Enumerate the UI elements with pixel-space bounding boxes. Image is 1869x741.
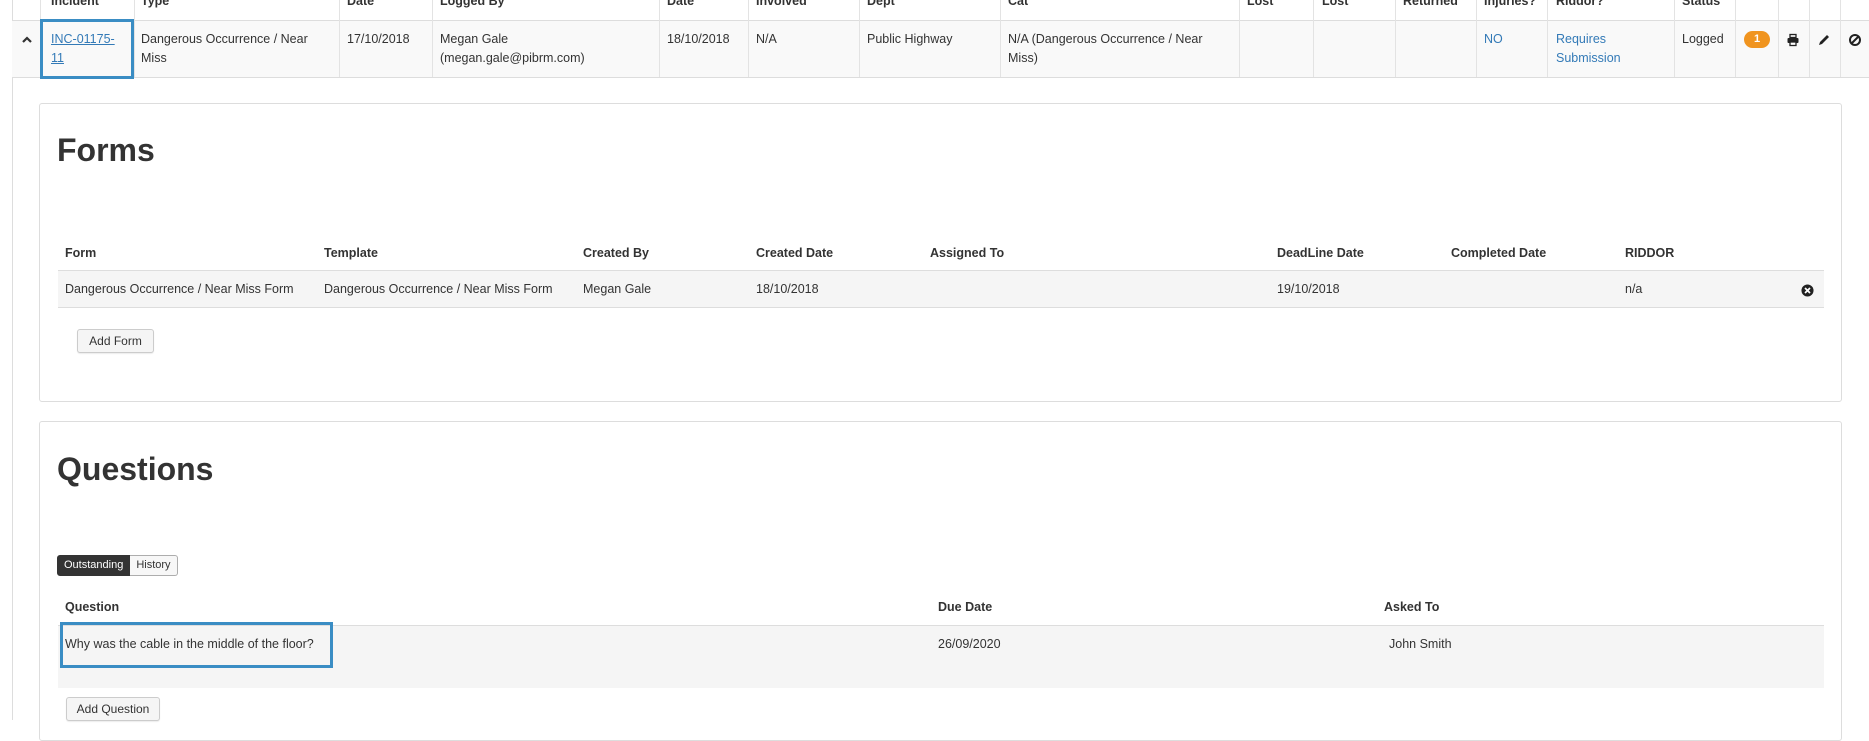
incident-date-2: 18/10/2018	[667, 32, 730, 46]
col-header-status: Status	[1682, 0, 1721, 8]
column-divider	[1547, 0, 1548, 77]
ban-icon[interactable]	[1848, 33, 1862, 47]
forms-col-completed-date: Completed Date	[1451, 246, 1547, 260]
logged-by-name: Megan Gale	[440, 32, 509, 46]
form-riddor: n/a	[1625, 282, 1643, 296]
column-divider	[1778, 0, 1779, 77]
tab-outstanding[interactable]: Outstanding	[57, 555, 131, 576]
logged-by: Megan Gale (megan.gale@pibrm.com)	[440, 30, 585, 68]
column-divider	[1000, 0, 1001, 77]
form-name-link[interactable]: Dangerous Occurrence / Near Miss Form	[65, 282, 294, 296]
incident-type-line1: Dangerous Occurrence / Near	[141, 32, 308, 46]
logged-by-email: (megan.gale@pibrm.com)	[440, 51, 585, 65]
incident-ref-line1[interactable]: INC-01175-	[51, 32, 115, 46]
column-divider	[1735, 0, 1736, 77]
column-divider	[1239, 0, 1240, 77]
column-divider	[1809, 0, 1810, 77]
questions-col-question: Question	[65, 600, 120, 614]
column-divider	[1395, 0, 1396, 77]
forms-col-assigned-to: Assigned To	[930, 246, 1005, 260]
column-divider	[859, 0, 860, 77]
col-header-lost-2: Lost	[1322, 0, 1349, 8]
col-header-lost: Lost	[1247, 0, 1274, 8]
forms-col-created-by: Created By	[583, 246, 649, 260]
questions-col-asked-to: Asked To	[1384, 600, 1440, 614]
questions-col-due-date: Due Date	[938, 600, 993, 614]
col-header-injuries: Injuries?	[1484, 0, 1537, 8]
status-value: Logged	[1682, 32, 1724, 46]
add-question-button[interactable]: Add Question	[66, 697, 160, 721]
cat-line1: N/A (Dangerous Occurrence / Near	[1008, 32, 1203, 46]
pencil-icon[interactable]	[1817, 33, 1831, 47]
column-divider	[659, 0, 660, 77]
forms-col-riddor: RIDDOR	[1625, 246, 1675, 260]
col-header-logged-by: Logged By	[440, 0, 505, 8]
incident-ref-link[interactable]: INC-01175- 11	[51, 30, 115, 68]
column-divider	[748, 0, 749, 77]
incident-ref-line2[interactable]: 11	[51, 51, 64, 65]
question-link[interactable]: Why was the cable in the middle of the f…	[65, 637, 314, 651]
questions-title: Questions	[57, 451, 214, 487]
column-divider	[1313, 0, 1314, 77]
cat-value: N/A (Dangerous Occurrence / Near Miss)	[1008, 30, 1203, 68]
col-header-date-2: Date	[667, 0, 695, 8]
riddor-line2[interactable]: Submission	[1556, 51, 1621, 65]
col-header-type: Type	[141, 0, 170, 8]
dept-value: Public Highway	[867, 32, 953, 46]
injuries-link[interactable]: NO	[1484, 30, 1503, 49]
form-created-date: 18/10/2018	[756, 282, 819, 296]
add-form-button[interactable]: Add Form	[77, 329, 154, 353]
chevron-up-icon[interactable]	[20, 33, 34, 47]
column-divider	[1674, 0, 1675, 77]
remove-form-icon[interactable]	[1801, 284, 1814, 297]
riddor-line1[interactable]: Requires	[1556, 32, 1606, 46]
question-asked-to: John Smith	[1389, 637, 1452, 651]
incident-type: Dangerous Occurrence / Near Miss	[141, 30, 308, 68]
involved-value: N/A	[756, 32, 777, 46]
forms-col-template: Template	[324, 246, 378, 260]
forms-title: Forms	[57, 132, 155, 168]
notification-badge[interactable]: 1	[1744, 31, 1770, 48]
forms-col-deadline-date: DeadLine Date	[1277, 246, 1364, 260]
questions-tab-toggle: Outstanding History	[57, 555, 178, 576]
column-divider	[339, 0, 340, 77]
col-header-dept: Dept	[867, 0, 895, 8]
left-border	[12, 0, 13, 720]
col-header-returned: Returned	[1403, 0, 1458, 8]
forms-col-created-date: Created Date	[756, 246, 834, 260]
col-header-date: Date	[347, 0, 375, 8]
question-due-date: 26/09/2020	[938, 637, 1001, 651]
form-template: Dangerous Occurrence / Near Miss Form	[324, 282, 553, 296]
col-header-incident: Incident	[51, 0, 99, 8]
forms-col-form: Form	[65, 246, 97, 260]
col-header-riddor: Riddor?	[1556, 0, 1604, 8]
forms-row	[58, 271, 1824, 307]
forms-row-divider	[58, 307, 1824, 308]
incident-date: 17/10/2018	[347, 32, 410, 46]
tab-history[interactable]: History	[130, 555, 178, 576]
column-divider	[432, 0, 433, 77]
col-header-involved: Involved	[756, 0, 807, 8]
column-divider	[134, 0, 135, 77]
form-deadline-date: 19/10/2018	[1277, 282, 1340, 296]
questions-panel	[39, 421, 1842, 741]
incident-type-line2: Miss	[141, 51, 167, 65]
cat-line2: Miss)	[1008, 51, 1038, 65]
print-icon[interactable]	[1786, 33, 1800, 47]
column-divider	[1840, 0, 1841, 77]
col-header-cat: Cat	[1008, 0, 1029, 8]
riddor-link[interactable]: Requires Submission	[1556, 30, 1621, 68]
column-divider	[1476, 0, 1477, 77]
form-created-by: Megan Gale	[583, 282, 652, 296]
